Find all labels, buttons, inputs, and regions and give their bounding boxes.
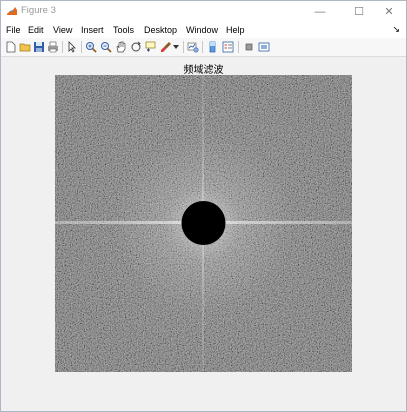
menu-file[interactable]: File <box>6 25 21 35</box>
link-plot-icon[interactable] <box>186 40 200 54</box>
menu-insert[interactable]: Insert <box>81 25 104 35</box>
brush-icon[interactable] <box>159 40 173 54</box>
zoom-in-icon[interactable] <box>84 40 98 54</box>
maximize-button[interactable]: ☐ <box>342 1 376 22</box>
toolbar-separator <box>183 41 184 53</box>
frequency-spectrum-plot <box>55 75 352 372</box>
menu-window[interactable]: Window <box>186 25 218 35</box>
insert-legend-icon[interactable] <box>221 40 235 54</box>
minimize-button[interactable]: — <box>303 1 337 22</box>
matlab-icon <box>6 5 18 17</box>
menu-help[interactable]: Help <box>226 25 245 35</box>
figure-window: Figure 3 — ☐ ✕ File Edit View Insert Too… <box>0 0 407 412</box>
toolbar-separator <box>202 41 203 53</box>
rotate-3d-icon[interactable] <box>129 40 143 54</box>
toolbar-separator <box>238 41 239 53</box>
new-figure-icon[interactable] <box>4 40 18 54</box>
edit-plot-arrow-icon[interactable] <box>65 40 79 54</box>
filter-mask-disc <box>181 201 226 245</box>
pan-icon[interactable] <box>114 40 128 54</box>
zoom-out-icon[interactable] <box>99 40 113 54</box>
toolbar-separator <box>62 41 63 53</box>
print-icon[interactable] <box>46 40 60 54</box>
menu-view[interactable]: View <box>53 25 72 35</box>
window-title: Figure 3 <box>21 5 56 16</box>
toolbar-dock-arrow-icon[interactable]: ↘ <box>392 24 400 35</box>
brush-dropdown-icon[interactable] <box>172 40 180 54</box>
show-plot-tools-icon[interactable] <box>257 40 271 54</box>
menu-bar: File Edit View Insert Tools Desktop Wind… <box>1 22 406 38</box>
hide-plot-tools-icon[interactable] <box>242 40 256 54</box>
figure-canvas[interactable]: 频域滤波 <box>1 57 406 411</box>
figure-toolbar <box>1 38 406 57</box>
axes-title: 频域滤波 <box>183 65 224 76</box>
menu-tools[interactable]: Tools <box>113 25 134 35</box>
insert-colorbar-icon[interactable] <box>206 40 220 54</box>
spectrum-image[interactable] <box>55 75 352 372</box>
menu-desktop[interactable]: Desktop <box>144 25 177 35</box>
open-file-icon[interactable] <box>18 40 32 54</box>
data-cursor-icon[interactable] <box>144 40 158 54</box>
close-button[interactable]: ✕ <box>372 1 406 22</box>
toolbar-separator <box>81 41 82 53</box>
save-icon[interactable] <box>32 40 46 54</box>
menu-edit[interactable]: Edit <box>28 25 44 35</box>
title-bar[interactable]: Figure 3 — ☐ ✕ <box>1 1 406 22</box>
